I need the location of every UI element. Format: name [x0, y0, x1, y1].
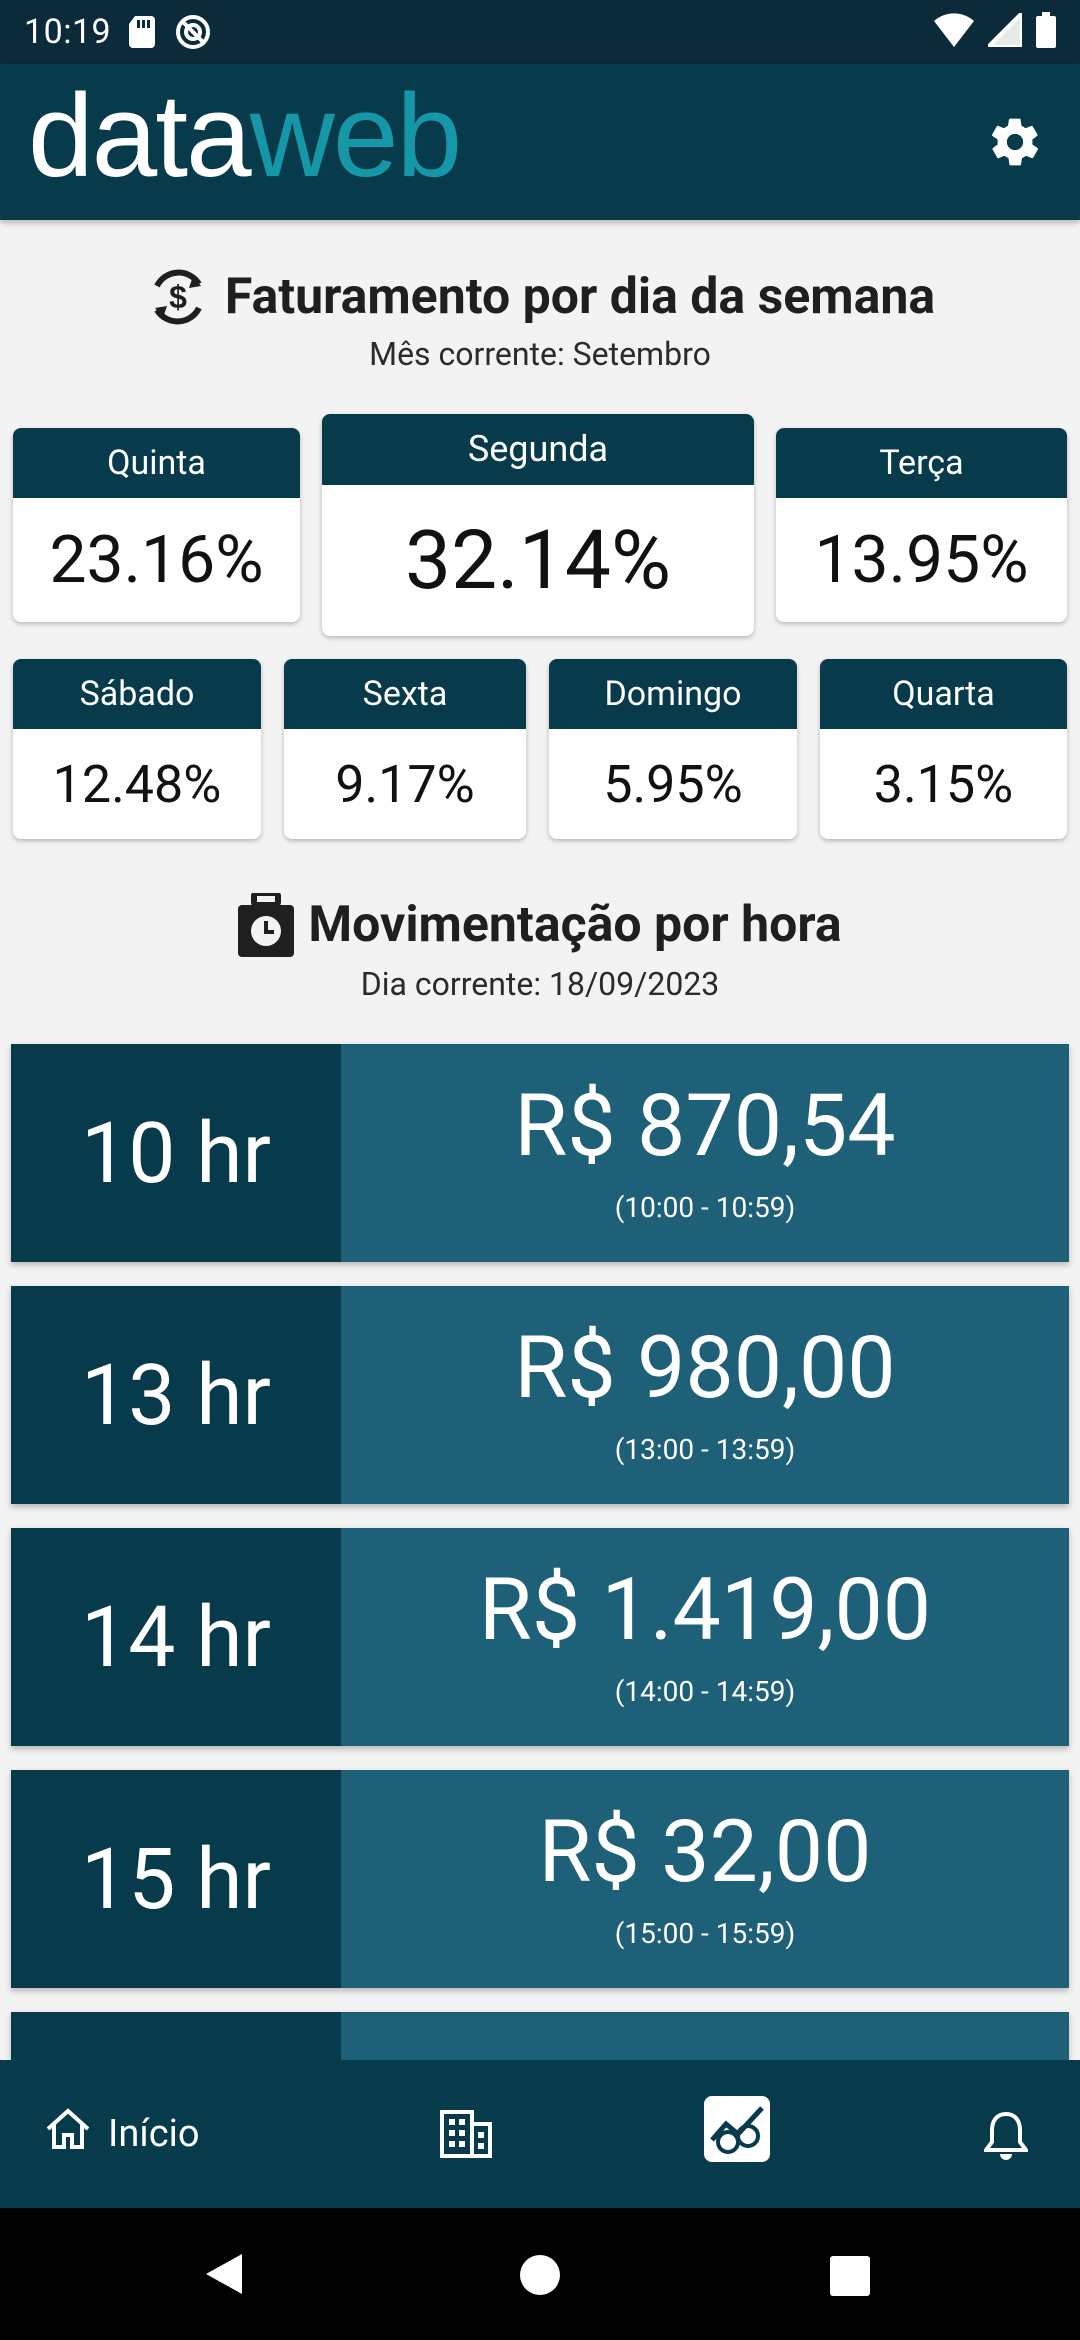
recents-icon[interactable]: [830, 2256, 870, 2300]
day-card-value: 13.95%: [814, 521, 1029, 599]
hour-row[interactable]: 10 hr R$ 870,54 (10:00 - 10:59): [11, 1044, 1069, 1262]
hour-label: 14 hr: [11, 1528, 341, 1746]
day-card-value: 32.14%: [404, 512, 672, 609]
currency-exchange-icon: $: [145, 264, 211, 330]
day-card-quinta: Quinta 23.16%: [13, 428, 300, 622]
day-card-sexta: Sexta 9.17%: [284, 659, 526, 839]
day-card-label: Quinta: [13, 428, 300, 498]
home-button-icon[interactable]: [519, 2254, 561, 2300]
nav-analytics[interactable]: [704, 2096, 770, 2166]
analytics-icon: [704, 2096, 770, 2166]
home-icon: [44, 2107, 92, 2161]
day-card-domingo: Domingo 5.95%: [549, 659, 797, 839]
hour-subtitle: Dia corrente: 18/09/2023: [360, 965, 720, 1003]
bottom-nav: Início: [0, 2060, 1080, 2208]
nav-notifications[interactable]: [982, 2110, 1030, 2164]
day-card-label: Segunda: [322, 414, 754, 485]
hour-label: 13 hr: [11, 1286, 341, 1504]
hour-title-text: Movimentação por hora: [308, 896, 842, 954]
day-card-label: Quarta: [820, 659, 1067, 729]
building-icon: [440, 2106, 492, 2162]
day-card-segunda: Segunda 32.14%: [322, 414, 754, 636]
day-card-label: Domingo: [549, 659, 797, 729]
system-nav-bar: [0, 2208, 1080, 2340]
hour-amount: R$ 1.419,00: [478, 1558, 932, 1660]
day-card-label: Terça: [776, 428, 1067, 498]
hour-row[interactable]: 14 hr R$ 1.419,00 (14:00 - 14:59): [11, 1528, 1069, 1746]
logo-data-text: data: [28, 70, 252, 202]
hour-amount-panel: R$ 32,00 (15:00 - 15:59): [341, 1770, 1069, 1988]
weekday-title-text: Faturamento por dia da semana: [224, 268, 936, 326]
weekday-subtitle: Mês corrente: Setembro: [369, 335, 711, 373]
day-card-value: 3.15%: [873, 753, 1014, 815]
wifi-icon: [934, 13, 974, 51]
day-card-value: 5.95%: [603, 753, 743, 815]
day-card-terca: Terça 13.95%: [776, 428, 1067, 622]
hour-amount: R$ 32,00: [538, 1800, 872, 1902]
bell-icon: [982, 2110, 1030, 2164]
nav-home[interactable]: Início: [44, 2107, 200, 2161]
day-card-quarta: Quarta 3.15%: [820, 659, 1067, 839]
hour-row[interactable]: 15 hr R$ 32,00 (15:00 - 15:59): [11, 1770, 1069, 1988]
hour-amount: R$ 870,54: [514, 1074, 896, 1176]
hour-amount-panel: R$ 1.419,00 (14:00 - 14:59): [341, 1528, 1069, 1746]
hour-range: (13:00 - 13:59): [614, 1432, 796, 1466]
hour-range: (10:00 - 10:59): [614, 1190, 796, 1224]
hour-range: (14:00 - 14:59): [614, 1674, 796, 1708]
day-card-value: 9.17%: [335, 753, 475, 815]
hour-amount-panel: R$ 980,00 (13:00 - 13:59): [341, 1286, 1069, 1504]
svg-text:$: $: [169, 279, 187, 315]
settings-gear-icon[interactable]: [986, 113, 1044, 171]
hour-section-title: Movimentação por hora: [0, 890, 1080, 960]
day-card-value: 12.48%: [52, 753, 222, 815]
hour-amount-panel: R$ 870,54 (10:00 - 10:59): [341, 1044, 1069, 1262]
status-time: 10:19: [24, 12, 112, 52]
nav-companies[interactable]: [440, 2106, 492, 2162]
sd-card-icon: [129, 16, 157, 48]
signal-icon: [983, 8, 1024, 51]
nav-home-label: Início: [108, 2112, 200, 2156]
day-card-label: Sábado: [13, 659, 261, 729]
back-icon[interactable]: [204, 2252, 244, 2300]
day-card-value: 23.16%: [49, 521, 264, 599]
app-logo: dataweb: [28, 77, 462, 195]
hour-range: (15:00 - 15:59): [614, 1916, 796, 1950]
hour-row[interactable]: 13 hr R$ 980,00 (13:00 - 13:59): [11, 1286, 1069, 1504]
hour-amount: R$ 980,00: [514, 1316, 896, 1418]
logo-web-text: web: [249, 70, 462, 202]
status-bar: 10:19: [0, 0, 1080, 64]
battery-icon: [1036, 12, 1056, 52]
time-bag-icon: [238, 893, 295, 957]
day-card-label: Sexta: [284, 659, 526, 729]
day-card-sabado: Sábado 12.48%: [13, 659, 261, 839]
app-bar: dataweb: [0, 64, 1080, 220]
hour-label: 15 hr: [11, 1770, 341, 1988]
do-not-disturb-icon: [175, 14, 211, 50]
hour-label: 10 hr: [11, 1044, 341, 1262]
weekday-section-title: $ Faturamento por dia da semana: [0, 262, 1080, 332]
